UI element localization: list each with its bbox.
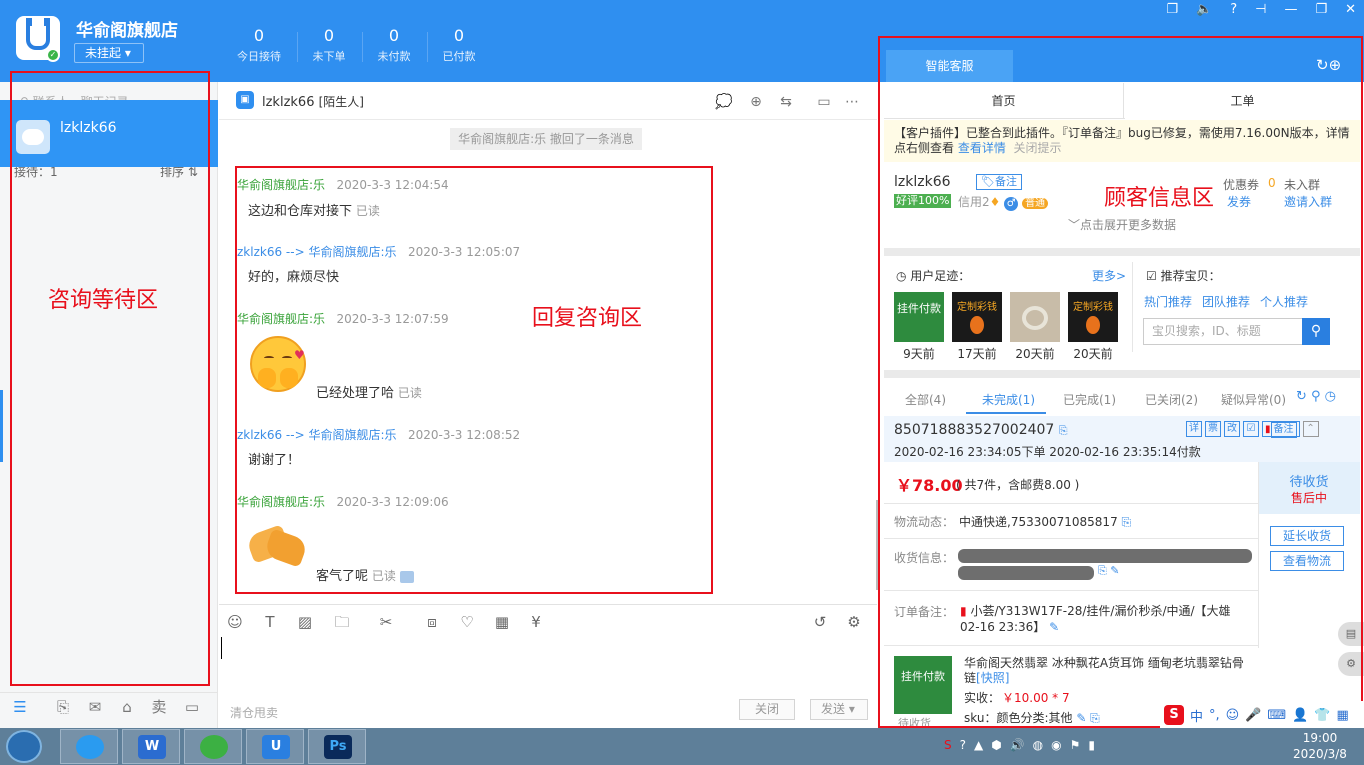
stat-unpaid[interactable]: 0 未付款 <box>361 26 427 64</box>
heart-icon: ♥ <box>294 348 305 362</box>
message-meta: 华俞阁旗舰店:乐 2020-3-3 12:04:54 <box>237 178 449 192</box>
shake-icon[interactable]: ⧈ <box>422 612 442 632</box>
maximize-icon[interactable]: ❐ <box>1315 2 1327 18</box>
font-icon[interactable]: T <box>260 612 280 632</box>
volume-icon[interactable]: 🔊 <box>1010 738 1025 752</box>
help-tray-icon[interactable]: ? <box>960 738 966 752</box>
favorite-heart-icon[interactable]: ♡ <box>457 612 477 632</box>
system-tray: S ? ▲ ⬢ 🔊 ◍ ◉ ⚑ ▮ <box>944 738 1095 752</box>
taskbar-app-photoshop[interactable]: Ps <box>308 729 366 764</box>
skin-icon[interactable]: ❐ <box>1166 2 1178 18</box>
ime-skin-icon[interactable]: 👕 <box>1314 708 1330 723</box>
divider <box>219 604 877 605</box>
windows-start-icon[interactable] <box>6 730 42 763</box>
reply-area-label: 回复咨询区 <box>532 306 643 331</box>
taskbar-app-qianniu[interactable]: U <box>246 729 304 764</box>
customer-info-annotation-box <box>878 36 1363 728</box>
message-meta: 华俞阁旗舰店:乐 2020-3-3 12:09:06 <box>237 495 449 509</box>
ime-emoji-icon[interactable]: ☺ <box>1226 708 1240 723</box>
help-icon[interactable]: ? <box>1230 2 1237 18</box>
close-icon[interactable]: ✕ <box>1345 2 1356 18</box>
ime-toolbox-icon[interactable]: ▦ <box>1337 708 1349 723</box>
stat-paid[interactable]: 0 已付款 <box>426 26 492 64</box>
bag-logo-icon <box>26 18 50 50</box>
network-icon[interactable]: ⬢ <box>991 738 1001 752</box>
close-button[interactable]: 关闭 <box>739 699 795 720</box>
message-text: 这边和仓库对接下 已读 <box>248 204 380 219</box>
ime-chinese-mode[interactable]: 中 <box>1190 706 1203 725</box>
taskbar-app-browser[interactable] <box>60 729 118 764</box>
taskbar-app-wechat[interactable] <box>184 729 242 764</box>
system-clock[interactable]: 19:00 2020/3/8 <box>1280 730 1360 762</box>
battery-icon[interactable]: ▮ <box>1088 738 1095 752</box>
send-button[interactable]: 发送 ▾ <box>810 699 868 720</box>
message-meta: 华俞阁旗舰店:乐 2020-3-3 12:07:59 <box>237 312 449 326</box>
ime-user-icon[interactable]: 👤 <box>1292 708 1308 723</box>
folder-icon[interactable]: 🗀 <box>332 612 352 632</box>
add-contact-icon[interactable]: ⊕ <box>746 94 766 110</box>
image-icon[interactable]: ▨ <box>295 612 315 632</box>
sound-icon[interactable]: 🔈 <box>1196 2 1212 18</box>
side-collapse-handle[interactable] <box>0 390 3 462</box>
online-check-icon: ✓ <box>46 48 60 62</box>
flag-icon[interactable]: ⚑ <box>1070 738 1081 752</box>
video-icon[interactable]: ▭ <box>814 94 834 110</box>
ime-punctuation-icon[interactable]: °, <box>1209 708 1220 723</box>
layout-icon[interactable]: ▭ <box>182 697 202 717</box>
handshake-emoji-icon <box>245 522 309 568</box>
chat-title: lzklzk66 [陌生人] <box>262 95 364 110</box>
message-meta: zklzk66 --> 华俞阁旗舰店:乐 2020-3-3 12:08:52 <box>237 428 521 442</box>
shop-name: 华俞阁旗舰店 <box>76 21 178 41</box>
wechat-tray-icon[interactable]: ◍ <box>1033 738 1043 752</box>
task-icon[interactable]: ⎘ <box>53 697 73 717</box>
stat-today[interactable]: 0 今日接待 <box>226 26 292 64</box>
message-meta: zklzk66 --> 华俞阁旗舰店:乐 2020-3-3 12:05:07 <box>237 245 521 259</box>
input-watermark: 清仓甩卖 <box>230 706 279 720</box>
stat-no-order[interactable]: 0 未下单 <box>296 26 362 64</box>
mail-icon[interactable]: ✉ <box>85 697 105 717</box>
minimize-icon[interactable]: — <box>1284 2 1297 18</box>
settings-icon[interactable]: ⚙ <box>844 612 864 632</box>
ime-keyboard-icon[interactable]: ⌨ <box>1267 708 1286 723</box>
message-text: 谢谢了！ <box>248 453 301 468</box>
taskbar-app-wps[interactable]: W <box>122 729 180 764</box>
more-icon[interactable]: ⋯ <box>842 94 862 110</box>
wait-area-label: 咨询等待区 <box>48 288 159 313</box>
recall-notice: 华俞阁旗舰店:乐 撤回了一条消息 <box>450 128 642 150</box>
message-input[interactable] <box>219 634 877 692</box>
more-dots-icon[interactable] <box>399 570 414 583</box>
customer-mobile-icon: ▣ <box>236 91 254 109</box>
ime-voice-icon[interactable]: 🎤 <box>1245 708 1261 723</box>
screenshot-scissors-icon[interactable]: ✂ <box>376 612 396 632</box>
message-text: 已经处理了哈 已读 <box>316 386 422 401</box>
sogou-icon[interactable]: S <box>1164 705 1184 725</box>
message-text: 好的，麻烦尽快 <box>248 270 340 285</box>
sogou-tray-icon[interactable]: S <box>944 738 952 752</box>
transfer-icon[interactable]: ⇆ <box>776 94 796 110</box>
qq-tray-icon[interactable]: ◉ <box>1051 738 1061 752</box>
quick-reply-icon[interactable]: 💭 <box>714 94 734 110</box>
sell-icon[interactable]: 卖 <box>149 697 169 717</box>
tray-expand-icon[interactable]: ▲ <box>974 738 983 752</box>
calculator-icon[interactable]: ▦ <box>492 612 512 632</box>
coupon-icon[interactable]: ¥ <box>526 612 546 632</box>
shy-face-emoji-icon <box>250 336 306 392</box>
window-controls: ❐ 🔈 ? ⊣ — ❐ ✕ <box>1166 2 1356 18</box>
menu-icon[interactable]: ☰ <box>10 697 30 717</box>
emoji-icon[interactable]: ☺ <box>225 612 245 632</box>
status-dropdown[interactable]: 未挂起 ▾ <box>74 43 144 63</box>
pin-icon[interactable]: ⊣ <box>1255 2 1266 18</box>
ime-toolbar: S 中 °, ☺ 🎤 ⌨ 👤 👕 ▦ <box>1160 701 1364 729</box>
chat-history-icon[interactable]: ↺ <box>810 612 830 632</box>
message-text: 客气了呢 已读 <box>316 565 414 584</box>
shop-icon[interactable]: ⌂ <box>117 697 137 717</box>
wait-area-annotation-box <box>10 71 210 686</box>
